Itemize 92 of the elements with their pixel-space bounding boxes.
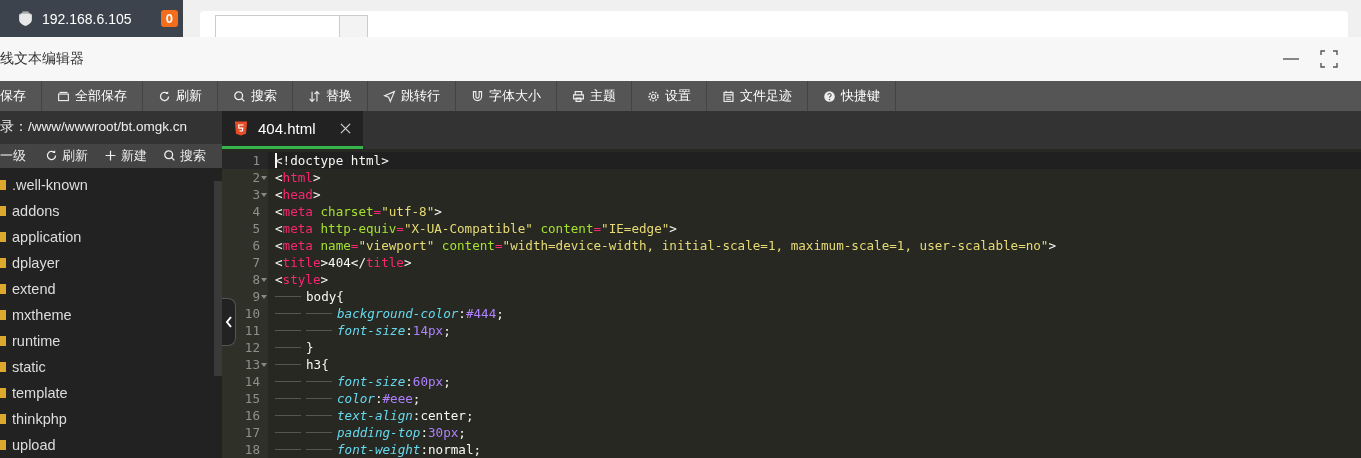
shield-icon [17, 10, 34, 27]
fold-caret-icon[interactable] [261, 362, 267, 367]
line-number: 18 [243, 441, 260, 458]
fold-caret-icon[interactable] [261, 277, 267, 282]
help-icon [823, 89, 836, 103]
folder-name[interactable]: template [12, 385, 68, 401]
server-address: 192.168.6.105 [42, 10, 132, 27]
fold-caret-icon[interactable] [261, 175, 267, 180]
cursor-arrow-icon [383, 89, 396, 103]
folder-icon [0, 336, 6, 346]
folder-name[interactable]: dplayer [12, 255, 60, 271]
folder-icon [0, 206, 6, 216]
file-action-button[interactable]: 一级 [0, 146, 34, 165]
folder-icon [0, 310, 6, 320]
code-line: <meta charset="utf-8"> [274, 203, 442, 220]
folder-icon [0, 258, 6, 268]
minimize-icon [1283, 58, 1299, 60]
folder-icon [0, 388, 6, 398]
file-action-button[interactable]: 新建 [96, 146, 155, 165]
search-icon [233, 89, 246, 103]
folder-name[interactable]: .well-known [12, 177, 88, 193]
folder-icon [0, 362, 6, 372]
line-number: 15 [243, 390, 260, 407]
code-line: <meta http-equiv="X-UA-Compatible" content="IE=edge"> [274, 220, 677, 237]
line-number: 16 [243, 407, 260, 424]
folder-name[interactable]: thinkphp [12, 411, 67, 427]
line-number: 17 [243, 424, 260, 441]
code-line: background-color:#444; [268, 305, 504, 322]
code-line: <title>404</title> [274, 254, 412, 271]
code-line: <html> [274, 169, 321, 186]
folder-name[interactable]: application [12, 229, 82, 245]
folder-name[interactable]: static [12, 359, 46, 375]
calendar-icon [722, 89, 735, 103]
folder-icon [0, 232, 6, 242]
line-number: 5 [251, 220, 260, 237]
folder-icon [0, 180, 6, 190]
fold-caret-icon[interactable] [261, 192, 267, 197]
code-line: font-weight:normal; [268, 441, 482, 458]
line-number: 7 [251, 254, 260, 271]
code-line: padding-top:30px; [268, 424, 466, 441]
file-action-button[interactable]: 搜索 [155, 146, 214, 165]
scrollbar[interactable] [214, 181, 222, 376]
directory-path: 录：/www/wwwroot/bt.omgk.cn [0, 111, 222, 144]
folder-icon [0, 440, 6, 450]
chevron-left-icon [224, 316, 233, 328]
line-number: 9 [251, 288, 260, 305]
swap-arrows-icon [308, 89, 321, 103]
code-line: <!doctype html> [274, 152, 389, 169]
folder-name[interactable]: mxtheme [12, 307, 72, 323]
folder-name[interactable]: addons [12, 203, 60, 219]
tray-icon [57, 89, 70, 103]
file-tab[interactable]: 404.html [222, 111, 363, 149]
code-line: <head> [274, 186, 321, 203]
printer-icon [572, 89, 585, 103]
refresh-icon [45, 149, 58, 163]
html5-icon [234, 121, 248, 136]
code-line: font-size:60px; [268, 373, 451, 390]
settings-icon [647, 89, 660, 103]
line-number: 4 [251, 203, 260, 220]
search-icon [163, 149, 176, 163]
line-number: 1 [251, 152, 260, 169]
window-title: 线文本编辑器 [0, 50, 84, 68]
code-line: font-size:14px; [268, 322, 451, 339]
fullscreen-icon [1320, 50, 1338, 68]
line-number: 10 [243, 305, 260, 322]
refresh-icon [158, 89, 171, 103]
folder-icon [0, 414, 6, 424]
fold-caret-icon[interactable] [261, 294, 267, 299]
maximize-button[interactable] [1317, 47, 1341, 71]
line-number: 12 [243, 339, 260, 356]
line-number: 2 [251, 169, 260, 186]
magnet-icon [471, 89, 484, 103]
plus-icon [104, 149, 117, 163]
folder-name[interactable]: upload [12, 437, 56, 453]
code-line: <style> [274, 271, 329, 288]
close-icon[interactable] [339, 123, 351, 134]
code-line: text-align:center; [268, 407, 474, 424]
code-line: <meta name="viewport" content="width=device-width, initial-scale=1, maximum-scale=1, user-scalable=no"> [274, 237, 1057, 254]
toolbar-button[interactable]: 保存 [0, 81, 42, 111]
code-line: body{ [268, 288, 344, 305]
line-number: 3 [251, 186, 260, 203]
line-number: 8 [251, 271, 260, 288]
line-number: 13 [243, 356, 260, 373]
code-line: color:#eee; [268, 390, 421, 407]
line-number: 11 [243, 322, 260, 339]
line-number: 14 [243, 373, 260, 390]
file-action-button[interactable]: 刷新 [37, 146, 96, 165]
collapse-sidebar-button[interactable] [222, 298, 236, 346]
folder-icon [0, 284, 6, 294]
line-number: 6 [251, 237, 260, 254]
folder-name[interactable]: runtime [12, 333, 61, 349]
folder-name[interactable]: extend [12, 281, 56, 297]
